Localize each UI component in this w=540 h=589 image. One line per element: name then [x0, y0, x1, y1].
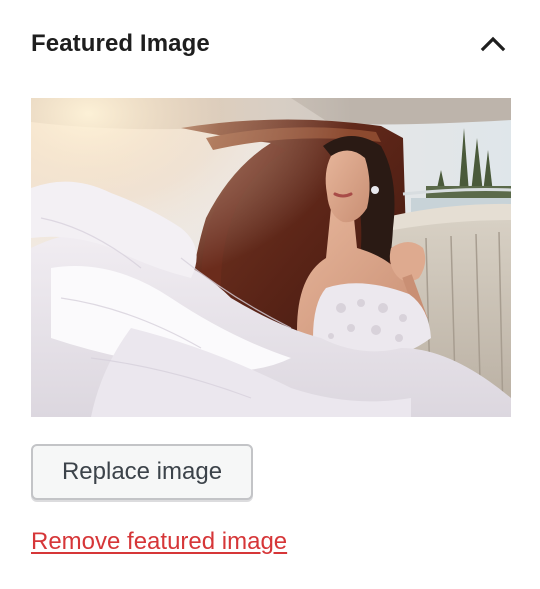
- replace-image-button[interactable]: Replace image: [31, 444, 253, 500]
- featured-image-preview[interactable]: [31, 98, 511, 417]
- featured-image-photo: [31, 98, 511, 417]
- panel-toggle-button[interactable]: [473, 26, 513, 62]
- chevron-up-icon: [480, 36, 506, 52]
- panel-title: Featured Image: [31, 30, 210, 57]
- remove-featured-image-link[interactable]: Remove featured image: [31, 528, 287, 556]
- featured-image-panel-header[interactable]: Featured Image: [31, 26, 513, 66]
